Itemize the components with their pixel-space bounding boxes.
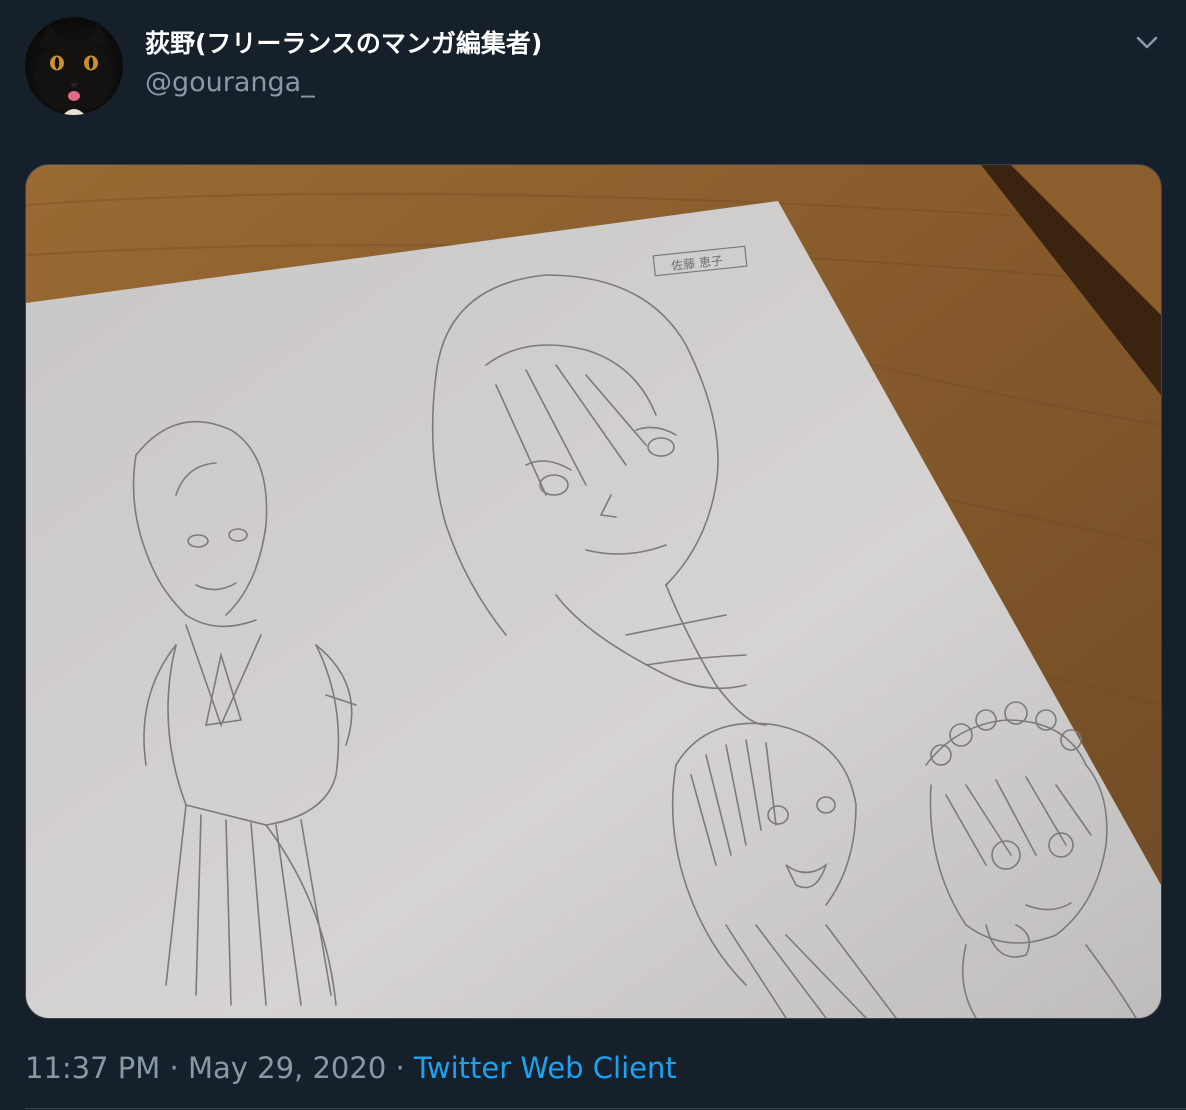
- display-name[interactable]: 荻野(フリーランスのマンガ編集者): [145, 26, 542, 62]
- separator: ·: [395, 1051, 405, 1085]
- chevron-down-icon: [1136, 36, 1158, 49]
- tweet-photo[interactable]: 佐藤 恵子: [25, 164, 1162, 1019]
- divider: [25, 1108, 1186, 1109]
- more-options-button[interactable]: [1130, 28, 1164, 58]
- avatar[interactable]: [25, 17, 123, 115]
- sketch-photo: 佐藤 恵子: [26, 165, 1161, 1018]
- tweet: 荻野(フリーランスのマンガ編集者) @gouranga_ 佐藤 恵子 11:37…: [0, 0, 1186, 1110]
- separator: ·: [169, 1051, 179, 1085]
- tweet-metadata: 11:37 PM · May 29, 2020 · Twitter Web Cl…: [25, 1046, 677, 1090]
- user-handle[interactable]: @gouranga_: [145, 63, 315, 103]
- tweet-date[interactable]: May 29, 2020: [188, 1051, 386, 1085]
- tweet-time[interactable]: 11:37 PM: [25, 1051, 160, 1085]
- source-link[interactable]: Twitter Web Client: [414, 1051, 677, 1085]
- black-cat-icon: [34, 23, 114, 115]
